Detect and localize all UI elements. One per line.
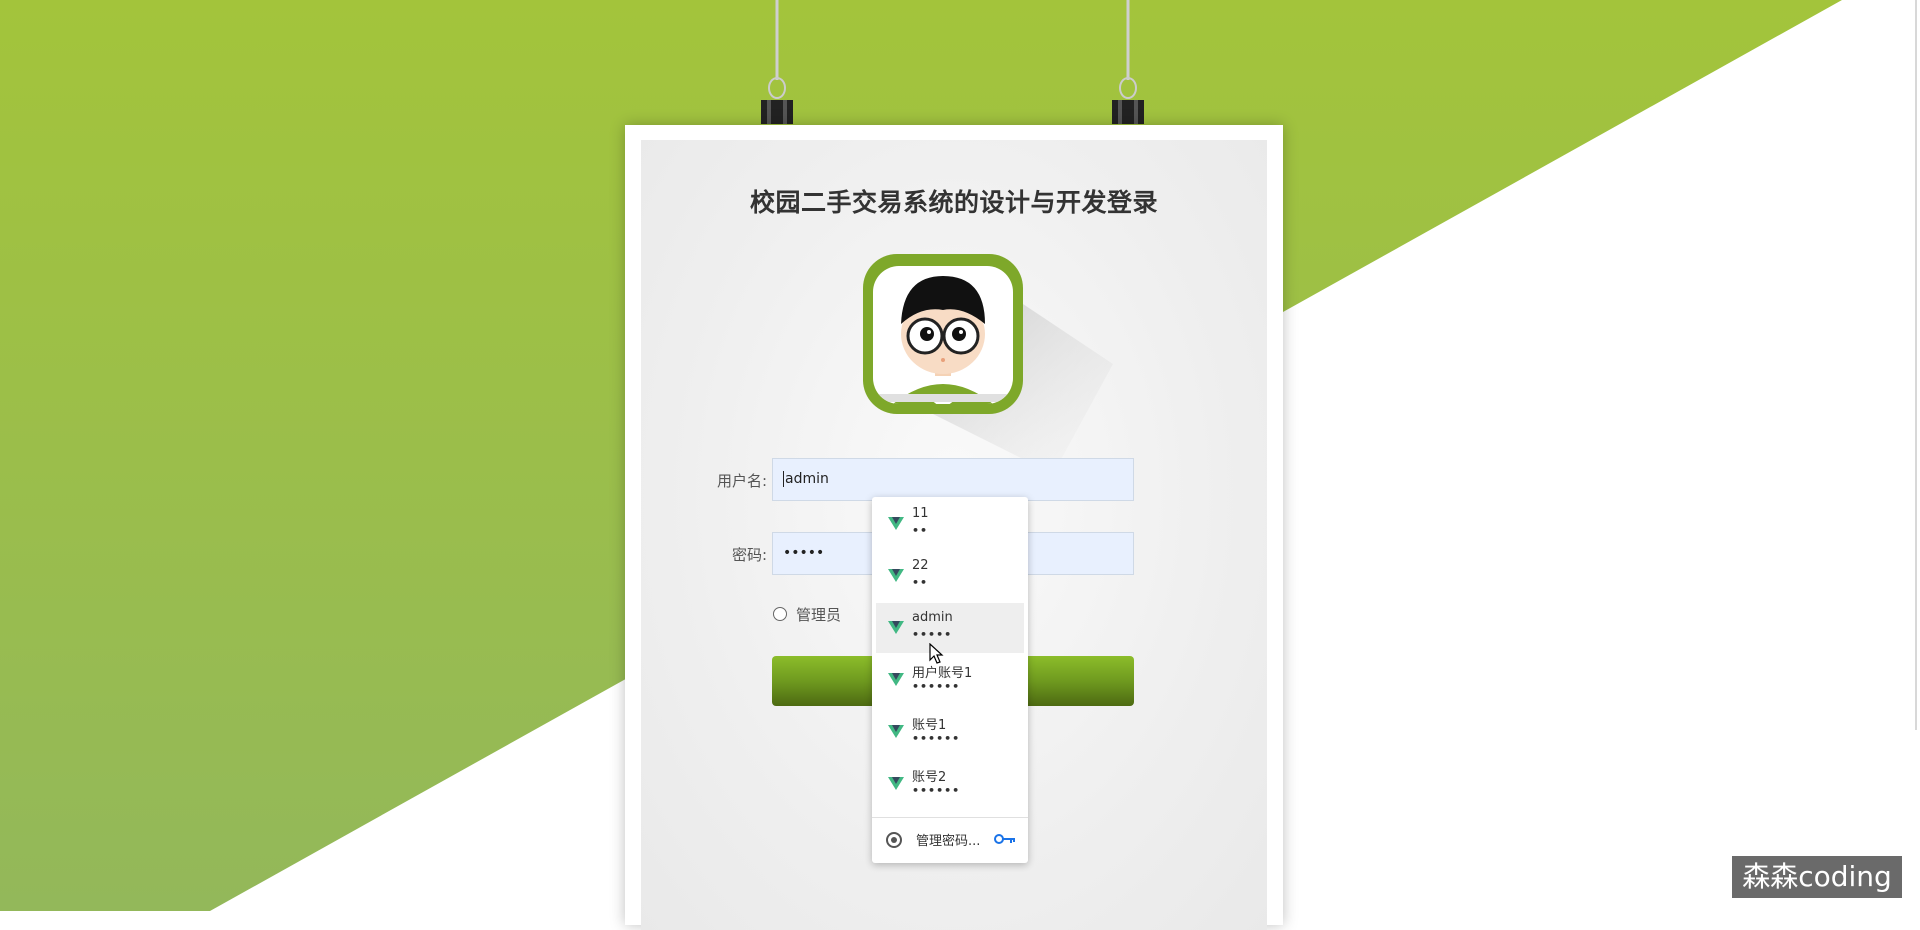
autofill-item[interactable]: 账号2 ••••••	[876, 759, 1024, 809]
text-caret	[783, 471, 784, 487]
vue-logo-icon	[888, 673, 904, 686]
dropdown-divider	[872, 817, 1028, 818]
vue-logo-icon	[888, 517, 904, 530]
password-autofill-dropdown: 11 •• 22 •• admin ••••• 用户账号1 •••••• 账号1…	[872, 497, 1028, 863]
vue-logo-icon	[888, 725, 904, 738]
username-value: admin	[785, 471, 829, 487]
vue-logo-icon	[888, 621, 904, 634]
chrome-icon	[886, 832, 902, 848]
autofill-item[interactable]: 用户账号1 ••••••	[876, 655, 1024, 705]
autofill-item[interactable]: 22 ••	[876, 551, 1024, 601]
watermark: 森森coding	[1732, 856, 1902, 898]
password-label: 密码:	[731, 546, 767, 564]
autofill-password: ••	[912, 576, 929, 589]
page-title: 校园二手交易系统的设计与开发登录	[749, 188, 1158, 217]
avatar-icon	[863, 254, 1113, 474]
username-label: 用户名:	[716, 472, 767, 490]
admin-radio[interactable]	[773, 607, 787, 621]
binder-clip-right	[1112, 0, 1144, 124]
manage-passwords-link[interactable]: 管理密码...	[916, 830, 980, 849]
autofill-password: ••	[912, 524, 929, 537]
autofill-item[interactable]: 账号1 ••••••	[876, 707, 1024, 757]
autofill-item[interactable]: 11 ••	[876, 499, 1024, 549]
password-value: •••••	[783, 545, 825, 561]
vue-logo-icon	[888, 569, 904, 582]
binder-clip-left	[761, 0, 793, 124]
autofill-password: ••••••	[912, 680, 961, 693]
autofill-password: ••••••	[912, 732, 961, 745]
autofill-username: 账号2	[912, 770, 947, 785]
key-icon	[994, 834, 1015, 844]
autofill-username: 11	[912, 506, 929, 521]
autofill-password: ••••••	[912, 784, 961, 797]
autofill-item-highlighted[interactable]: admin •••••	[876, 603, 1024, 653]
vue-logo-icon	[888, 777, 904, 790]
admin-radio-label[interactable]: 管理员	[796, 604, 841, 625]
username-input[interactable]: admin	[772, 458, 1134, 501]
autofill-username: admin	[912, 610, 953, 625]
mouse-cursor-icon	[929, 643, 944, 664]
autofill-username: 22	[912, 558, 929, 573]
autofill-password: •••••	[912, 628, 953, 641]
autofill-username: 账号1	[912, 718, 947, 733]
